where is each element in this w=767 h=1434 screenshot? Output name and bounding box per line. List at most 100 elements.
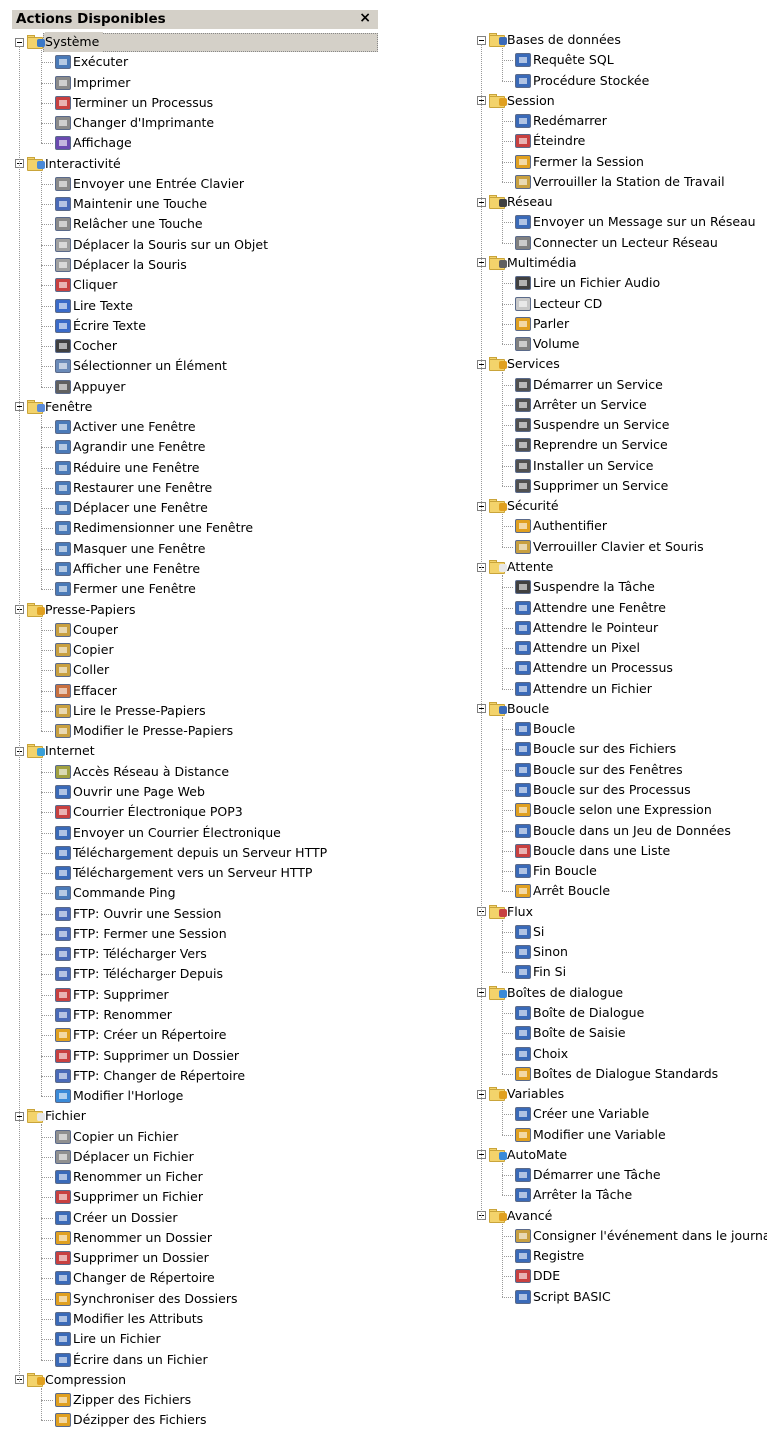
action-item[interactable]: Sélectionner un Élément [55, 356, 227, 376]
action-item[interactable]: Attendre un Fichier [515, 679, 652, 699]
action-item[interactable]: Modifier les Attributs [55, 1309, 203, 1329]
action-item[interactable]: Synchroniser des Dossiers [55, 1289, 238, 1309]
category-clipboard[interactable]: Presse-Papiers [15, 600, 136, 620]
action-item[interactable]: Appuyer [55, 377, 126, 397]
action-item[interactable]: FTP: Renommer [55, 1005, 172, 1025]
action-item[interactable]: Créer une Variable [515, 1104, 649, 1124]
action-item[interactable]: Déplacer la Souris sur un Objet [55, 235, 268, 255]
action-item[interactable]: Coller [55, 660, 109, 680]
action-item[interactable]: FTP: Supprimer [55, 985, 169, 1005]
action-item[interactable]: Installer un Service [515, 456, 653, 476]
action-item[interactable]: Boîtes de Dialogue Standards [515, 1064, 718, 1084]
action-item[interactable]: Registre [515, 1246, 584, 1266]
action-item[interactable]: Lire le Presse-Papiers [55, 701, 206, 721]
action-item[interactable]: Supprimer un Fichier [55, 1187, 203, 1207]
action-item[interactable]: Consigner l'événement dans le journal [515, 1226, 767, 1246]
category-session[interactable]: Session [477, 91, 555, 111]
action-item[interactable]: Masquer une Fenêtre [55, 539, 205, 559]
category-system[interactable]: Système [15, 32, 104, 52]
category-network[interactable]: Réseau [477, 192, 553, 212]
category-loop[interactable]: Boucle [477, 699, 549, 719]
action-item[interactable]: Boucle sur des Processus [515, 780, 691, 800]
action-item[interactable]: Écrire dans un Fichier [55, 1350, 208, 1370]
action-item[interactable]: Modifier le Presse-Papiers [55, 721, 233, 741]
action-item[interactable]: Supprimer un Service [515, 476, 668, 496]
action-item[interactable]: FTP: Créer un Répertoire [55, 1025, 226, 1045]
action-item[interactable]: Envoyer une Entrée Clavier [55, 174, 244, 194]
action-item[interactable]: Supprimer un Dossier [55, 1248, 209, 1268]
action-item[interactable]: Changer de Répertoire [55, 1268, 215, 1288]
action-item[interactable]: Écrire Texte [55, 316, 146, 336]
action-item[interactable]: Exécuter [55, 52, 128, 72]
category-security[interactable]: Sécurité [477, 496, 559, 516]
action-item[interactable]: Fin Si [515, 962, 566, 982]
action-item[interactable]: Changer d'Imprimante [55, 113, 214, 133]
action-item[interactable]: Restaurer une Fenêtre [55, 478, 212, 498]
category-advanced[interactable]: Avancé [477, 1206, 552, 1226]
action-item[interactable]: Boucle dans un Jeu de Données [515, 821, 731, 841]
action-item[interactable]: Attendre un Pixel [515, 638, 640, 658]
action-item[interactable]: Renommer un Ficher [55, 1167, 203, 1187]
action-item[interactable]: Verrouiller Clavier et Souris [515, 537, 704, 557]
category-window[interactable]: Fenêtre [15, 397, 92, 417]
action-item[interactable]: Copier [55, 640, 114, 660]
action-item[interactable]: Renommer un Dossier [55, 1228, 212, 1248]
action-item[interactable]: Si [515, 922, 544, 942]
action-item[interactable]: Lire un Fichier Audio [515, 273, 660, 293]
action-item[interactable]: Boucle [515, 719, 575, 739]
action-item[interactable]: Cocher [55, 336, 117, 356]
action-item[interactable]: FTP: Télécharger Vers [55, 944, 207, 964]
action-item[interactable]: Démarrer un Service [515, 375, 663, 395]
action-item[interactable]: Attendre le Pointeur [515, 618, 658, 638]
action-item[interactable]: Envoyer un Message sur un Réseau [515, 212, 756, 232]
action-item[interactable]: Connecter un Lecteur Réseau [515, 233, 718, 253]
action-item[interactable]: Attendre une Fenêtre [515, 598, 666, 618]
category-flow[interactable]: Flux [477, 902, 533, 922]
action-item[interactable]: Sinon [515, 942, 568, 962]
action-item[interactable]: Fin Boucle [515, 861, 597, 881]
action-item[interactable]: Redémarrer [515, 111, 607, 131]
action-item[interactable]: Redimensionner une Fenêtre [55, 518, 253, 538]
action-item[interactable]: Boîte de Dialogue [515, 1003, 644, 1023]
category-internet[interactable]: Internet [15, 741, 95, 761]
action-item[interactable]: Modifier l'Horloge [55, 1086, 183, 1106]
action-item[interactable]: Imprimer [55, 73, 130, 93]
action-item[interactable]: FTP: Changer de Répertoire [55, 1066, 245, 1086]
action-item[interactable]: Fermer la Session [515, 152, 644, 172]
action-item[interactable]: Verrouiller la Station de Travail [515, 172, 725, 192]
action-item[interactable]: Afficher une Fenêtre [55, 559, 200, 579]
action-item[interactable]: Activer une Fenêtre [55, 417, 196, 437]
action-item[interactable]: Boîte de Saisie [515, 1023, 626, 1043]
category-file[interactable]: Fichier [15, 1106, 86, 1126]
action-item[interactable]: Téléchargement depuis un Serveur HTTP [55, 843, 327, 863]
action-item[interactable]: Réduire une Fenêtre [55, 458, 199, 478]
action-item[interactable]: Requête SQL [515, 50, 614, 70]
action-item[interactable]: Ouvrir une Page Web [55, 782, 205, 802]
action-item[interactable]: Déplacer un Fichier [55, 1147, 194, 1167]
action-item[interactable]: FTP: Ouvrir une Session [55, 904, 221, 924]
action-item[interactable]: Agrandir une Fenêtre [55, 437, 206, 457]
action-item[interactable]: Attendre un Processus [515, 658, 673, 678]
action-item[interactable]: Courrier Électronique POP3 [55, 802, 243, 822]
action-item[interactable]: Éteindre [515, 131, 585, 151]
action-item[interactable]: Boucle dans une Liste [515, 841, 670, 861]
action-item[interactable]: Relâcher une Touche [55, 214, 203, 234]
action-item[interactable]: Zipper des Fichiers [55, 1390, 191, 1410]
action-item[interactable]: Authentifier [515, 516, 607, 536]
action-item[interactable]: Terminer un Processus [55, 93, 213, 113]
action-item[interactable]: Lire un Fichier [55, 1329, 161, 1349]
action-item[interactable]: Copier un Fichier [55, 1127, 178, 1147]
action-item[interactable]: Affichage [55, 133, 132, 153]
action-item[interactable]: Fermer une Fenêtre [55, 579, 196, 599]
action-item[interactable]: Procédure Stockée [515, 71, 649, 91]
category-dialogs[interactable]: Boîtes de dialogue [477, 983, 623, 1003]
action-item[interactable]: Dézipper des Fichiers [55, 1410, 207, 1430]
category-variables[interactable]: Variables [477, 1084, 564, 1104]
action-item[interactable]: Arrêter un Service [515, 395, 647, 415]
action-item[interactable]: Accès Réseau à Distance [55, 762, 229, 782]
action-item[interactable]: Déplacer une Fenêtre [55, 498, 208, 518]
action-item[interactable]: FTP: Télécharger Depuis [55, 964, 223, 984]
category-interactivity[interactable]: Interactivité [15, 154, 121, 174]
action-item[interactable]: Reprendre un Service [515, 435, 668, 455]
action-item[interactable]: Maintenir une Touche [55, 194, 207, 214]
